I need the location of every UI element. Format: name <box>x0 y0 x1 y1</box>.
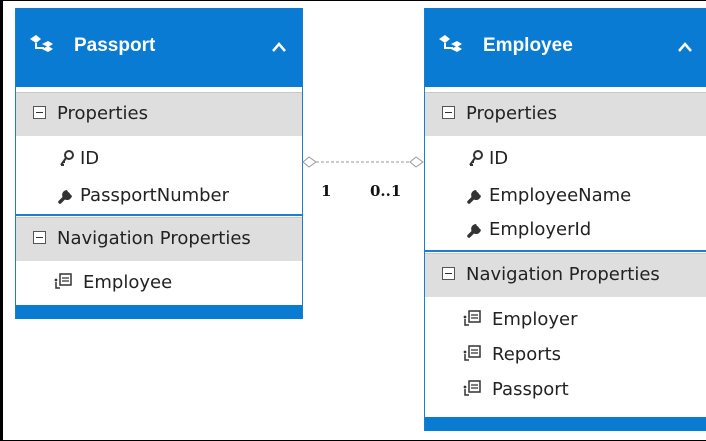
property-row[interactable]: EmployeeName <box>425 179 706 213</box>
navigation-property-icon <box>463 380 481 396</box>
section-header-navigation[interactable]: Navigation Properties <box>16 217 302 261</box>
section-divider <box>425 250 706 252</box>
entity-title: Passport <box>74 35 156 56</box>
navigation-property-icon <box>463 310 481 326</box>
entity-header[interactable]: Employee <box>425 8 706 87</box>
section-label: Navigation Properties <box>466 264 660 285</box>
section-label: Navigation Properties <box>57 228 251 249</box>
navigation-name: Passport <box>492 379 569 400</box>
section-label: Properties <box>57 103 148 124</box>
entity-title: Employee <box>483 35 573 56</box>
collapse-toggle-icon[interactable] <box>442 267 455 280</box>
navigation-row[interactable]: Passport <box>425 373 706 407</box>
association-end-diamond-right <box>409 156 424 168</box>
frame-left-border <box>0 0 3 441</box>
navigation-name: Employee <box>83 272 173 293</box>
wrench-icon <box>467 190 481 204</box>
entity-footer <box>16 305 302 319</box>
navigation-row[interactable]: Reports <box>425 338 706 372</box>
frame-top-border <box>0 0 706 1</box>
navigation-property-icon <box>54 273 72 289</box>
navigation-property-icon <box>463 345 481 361</box>
collapse-toggle-icon[interactable] <box>33 106 46 119</box>
key-icon <box>469 150 483 166</box>
multiplicity-left: 1 <box>321 182 332 200</box>
association-end-diamond-left <box>302 156 317 168</box>
property-name: PassportNumber <box>80 185 230 206</box>
navigation-name: Employer <box>492 309 578 330</box>
property-name: ID <box>80 148 100 169</box>
navigation-name: Reports <box>492 344 562 365</box>
navigation-row[interactable]: Employer <box>425 303 706 337</box>
property-name: ID <box>489 148 509 169</box>
property-row[interactable]: ID <box>16 142 302 176</box>
property-row[interactable]: PassportNumber <box>16 179 302 213</box>
section-header-navigation[interactable]: Navigation Properties <box>425 253 706 297</box>
section-header-properties[interactable]: Properties <box>425 92 706 136</box>
collapse-toggle-icon[interactable] <box>442 106 455 119</box>
navigation-row[interactable]: Employee <box>16 266 302 300</box>
property-name: EmployeeName <box>489 185 632 206</box>
section-label: Properties <box>466 103 557 124</box>
association-connector[interactable] <box>300 150 430 174</box>
entity-header[interactable]: Passport <box>16 8 302 87</box>
entity-passport[interactable]: Passport Properties ID PassportNumber Na… <box>15 8 303 319</box>
entity-footer <box>425 417 706 431</box>
property-row[interactable]: ID <box>425 142 706 176</box>
key-icon <box>60 150 74 166</box>
multiplicity-right: 0..1 <box>370 182 402 200</box>
property-name: EmployerId <box>489 219 592 240</box>
collapse-chevron-icon[interactable] <box>678 42 692 52</box>
wrench-icon <box>58 190 72 204</box>
section-header-properties[interactable]: Properties <box>16 92 302 136</box>
entity-employee[interactable]: Employee Properties ID EmployeeName Empl… <box>424 8 706 431</box>
entity-type-icon <box>30 35 53 52</box>
wrench-icon <box>467 224 481 238</box>
entity-type-icon <box>439 35 462 52</box>
property-row[interactable]: EmployerId <box>425 213 706 247</box>
collapse-toggle-icon[interactable] <box>33 231 46 244</box>
collapse-chevron-icon[interactable] <box>272 42 286 52</box>
section-divider <box>16 214 302 216</box>
